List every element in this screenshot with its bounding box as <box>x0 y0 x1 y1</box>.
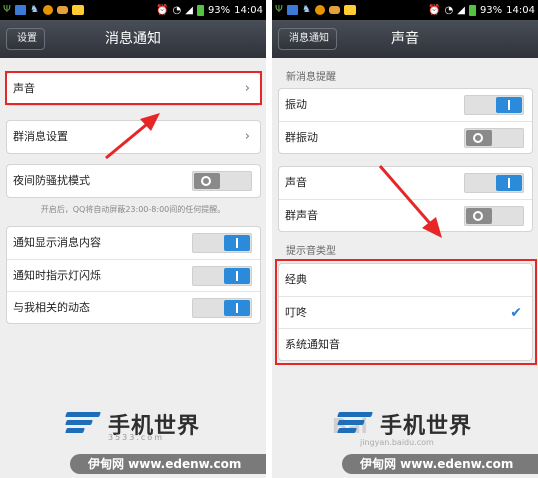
watermark-brand: 手机世界 <box>380 414 473 439</box>
watermark: Bai jingyan.baidu.com 手机世界 伊甸网 www.edenw… <box>272 408 538 478</box>
annotation-arrow <box>378 165 442 238</box>
brand-logo-icon <box>337 410 374 438</box>
watermark: 手机世界 3533.com 伊甸网 www.edenw.com <box>0 408 266 478</box>
watermark-site: 伊甸网 www.edenw.com <box>70 454 266 474</box>
left-phone-screen: Ψ ♞ ⏰ ◔ ◢ 93% 14:04 设置 消息通知 声音 › 群消息设置 › <box>0 0 266 478</box>
brand-logo-icon <box>65 410 102 438</box>
annotation-arrow <box>105 113 160 160</box>
watermark-domain: 3533.com <box>108 433 164 442</box>
right-phone-screen: Ψ ♞ ⏰ ◔ ◢ 93% 14:04 消息通知 声音 新消息提醒 振动 群振动 <box>272 0 538 478</box>
watermark-site: 伊甸网 www.edenw.com <box>342 454 538 474</box>
